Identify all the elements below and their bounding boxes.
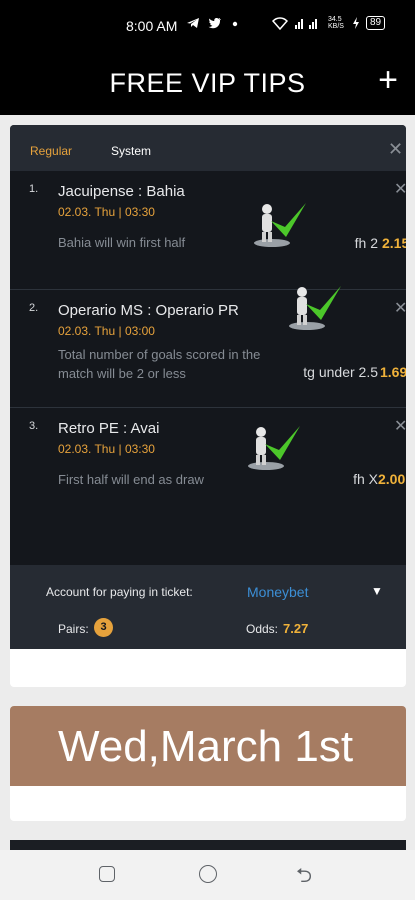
app-bar: FREE VIP TIPS + <box>0 52 415 115</box>
close-icon[interactable]: ✕ <box>388 139 403 160</box>
wifi-icon <box>272 17 288 30</box>
tip-odd: 2.15 <box>382 235 406 251</box>
signal-icon <box>295 19 317 29</box>
tip-match: Retro PE : Avai <box>58 420 160 437</box>
tip-item: 3. Retro PE : Avai 02.03. Thu | 03:30 Fi… <box>10 407 406 567</box>
tip-datetime: 02.03. Thu | 03:30 <box>58 205 155 219</box>
telegram-icon <box>187 18 199 28</box>
tip-card: Regular System ✕ 1. Jacuipense : Bahia 0… <box>10 125 406 687</box>
tip-datetime: 02.03. Thu | 03:00 <box>58 324 155 338</box>
recent-apps-button[interactable] <box>99 866 115 882</box>
dot-icon <box>232 21 238 27</box>
tip-bet: tg under 2.5 <box>303 364 378 380</box>
account-select[interactable]: Moneybet <box>247 584 308 600</box>
status-bar: 8:00 AM 34.5 KB/S 89 <box>0 0 415 52</box>
page-title: FREE VIP TIPS <box>109 68 306 98</box>
tip-description: First half will end as draw <box>58 472 204 487</box>
account-label: Account for paying in ticket: <box>46 585 193 599</box>
winner-check-icon <box>248 426 300 470</box>
charging-icon <box>353 17 359 29</box>
tip-item: 1. Jacuipense : Bahia 02.03. Thu | 03:30… <box>10 171 406 289</box>
tip-datetime: 02.03. Thu | 03:30 <box>58 442 155 456</box>
status-time: 8:00 AM <box>126 18 178 34</box>
system-indicators: 34.5 KB/S 89 <box>272 16 386 30</box>
notification-icons <box>186 16 240 30</box>
tip-description: Total number of goals scored in the matc… <box>58 347 261 381</box>
tip-odd: 2.00 <box>378 471 406 487</box>
back-icon[interactable]: ⮌ <box>296 861 312 895</box>
date-card: Wed,March 1st <box>10 706 406 821</box>
bet-ticket-screenshot: Regular System ✕ 1. Jacuipense : Bahia 0… <box>10 125 406 649</box>
close-icon[interactable]: ✕ <box>394 416 406 436</box>
close-icon[interactable]: ✕ <box>394 179 406 199</box>
add-button[interactable]: + <box>374 63 402 98</box>
tip-odd: 1.69 <box>380 364 406 380</box>
tip-match: Operario MS : Operario PR <box>58 302 239 319</box>
tip-match: Jacuipense : Bahia <box>58 183 185 200</box>
ticket-footer: Account for paying in ticket: Moneybet ▼… <box>10 565 406 649</box>
close-icon[interactable]: ✕ <box>394 298 406 318</box>
battery-icon: 89 <box>366 16 386 30</box>
tip-description: Bahia will win first half <box>58 235 186 250</box>
winner-check-icon <box>289 286 341 330</box>
pairs-label: Pairs: <box>58 622 89 636</box>
date-banner: Wed,March 1st <box>10 706 406 786</box>
tip-number: 1. <box>29 183 39 195</box>
odds-label: Odds: <box>246 622 279 636</box>
tip-number: 2. <box>29 302 39 314</box>
twitter-icon <box>208 17 221 29</box>
tab-regular[interactable]: Regular <box>30 144 72 158</box>
tab-system[interactable]: System <box>111 144 151 158</box>
pairs-count-badge: 3 <box>94 618 113 637</box>
winner-check-icon <box>254 203 306 247</box>
tip-item: 2. Operario MS : Operario PR 02.03. Thu … <box>10 286 406 407</box>
tip-bet: fh X <box>353 471 378 487</box>
chevron-down-icon[interactable]: ▼ <box>371 584 383 598</box>
total-odds-value: 7.27 <box>283 621 309 636</box>
network-speed: 34.5 KB/S <box>328 16 344 30</box>
next-card-edge <box>10 840 406 850</box>
tip-bet: fh 2 <box>354 235 378 251</box>
ticket-tabs: Regular System ✕ <box>10 125 406 171</box>
date-banner-text: Wed,March 1st <box>58 722 354 771</box>
tip-number: 3. <box>29 420 39 432</box>
system-nav-bar: ⮌ <box>0 850 415 900</box>
home-button[interactable] <box>199 865 217 883</box>
